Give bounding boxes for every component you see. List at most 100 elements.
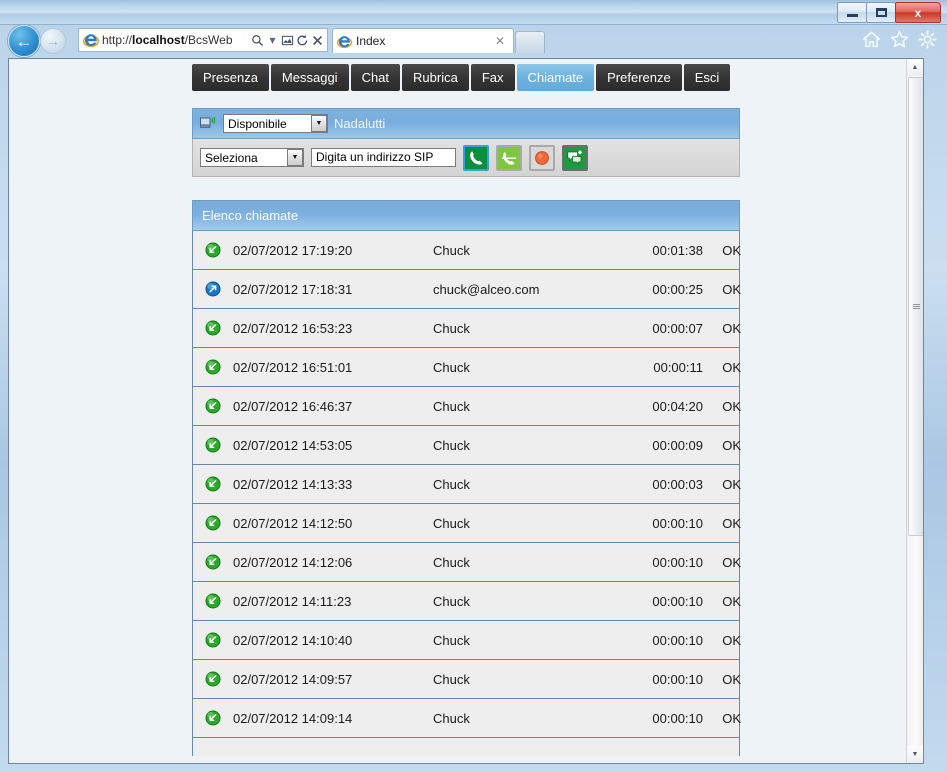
- scroll-up-button[interactable]: ▲: [907, 59, 923, 76]
- presence-dialer-panel: Disponibile ▼ Nadalutti Seleziona ▼ Digi…: [192, 108, 740, 177]
- call-result: OK: [722, 398, 741, 414]
- record-button[interactable]: [529, 144, 555, 171]
- close-icon: x: [914, 5, 922, 20]
- refresh-icon[interactable]: [295, 34, 310, 47]
- browser-toolbar-icons: [862, 30, 937, 49]
- call-result: OK: [722, 515, 741, 531]
- app-tab-preferenze[interactable]: Preferenze: [596, 64, 682, 91]
- new-tab-button[interactable]: [515, 31, 545, 53]
- forward-arrow-icon: →: [46, 33, 60, 49]
- call-datetime: 02/07/2012 14:10:40: [233, 632, 353, 648]
- app-tab-label: Preferenze: [607, 70, 671, 85]
- forward-button[interactable]: →: [40, 28, 66, 54]
- call-direction-icon: [193, 320, 233, 336]
- call-datetime: 02/07/2012 14:53:05: [233, 437, 353, 453]
- call-peer: Chuck: [433, 359, 470, 375]
- sip-address-input[interactable]: Digita un indirizzo SIP: [311, 148, 456, 167]
- address-url-text: http://localhost/BcsWeb: [102, 33, 233, 47]
- incoming-call-icon: [205, 632, 221, 648]
- internet-explorer-icon: [337, 35, 352, 48]
- table-row[interactable]: 02/07/2012 16:53:23 Chuck 00:00:07 OK: [193, 309, 741, 348]
- address-bar[interactable]: http://localhost/BcsWeb ▾: [78, 28, 328, 52]
- search-icon[interactable]: [250, 34, 265, 47]
- call-result: OK: [722, 671, 741, 687]
- table-row[interactable]: 02/07/2012 14:09:14 Chuck 00:00:10 OK: [193, 699, 741, 738]
- call-direction-icon: [193, 242, 233, 258]
- maximize-button[interactable]: [866, 2, 896, 23]
- app-tab-label: Rubrica: [413, 70, 458, 85]
- call-duration: 00:00:03: [652, 476, 703, 492]
- call-direction-icon: [193, 398, 233, 414]
- call-peer: Chuck: [433, 554, 470, 570]
- app-tab-fax[interactable]: Fax: [470, 64, 515, 91]
- stop-icon[interactable]: [310, 34, 325, 47]
- call-duration: 00:00:10: [652, 710, 703, 726]
- call-result: OK: [722, 242, 741, 258]
- table-row[interactable]: 02/07/2012 14:10:40 Chuck 00:00:10 OK: [193, 621, 741, 660]
- call-duration: 00:00:10: [652, 671, 703, 687]
- app-tab-chiamate[interactable]: Chiamate: [516, 64, 595, 91]
- close-icon[interactable]: ✕: [491, 34, 509, 48]
- call-button[interactable]: [463, 144, 489, 171]
- presence-status-select[interactable]: Disponibile ▼: [223, 114, 328, 133]
- window-title-bar: x: [0, 0, 947, 25]
- chevron-down-icon: ▼: [911, 751, 919, 758]
- app-tab-esci[interactable]: Esci: [683, 64, 731, 91]
- close-button[interactable]: x: [895, 2, 941, 23]
- call-result: OK: [722, 476, 741, 492]
- app-tab-messaggi[interactable]: Messaggi: [270, 64, 349, 91]
- compatibility-view-icon[interactable]: [280, 34, 295, 47]
- table-row[interactable]: 02/07/2012 17:19:20 Chuck 00:01:38 OK: [193, 231, 741, 270]
- table-row[interactable]: 02/07/2012 14:11:23 Chuck 00:00:10 OK: [193, 582, 741, 621]
- browser-tab-index[interactable]: Index ✕: [332, 28, 514, 53]
- scrollbar-thumb[interactable]: [908, 77, 923, 536]
- call-datetime: 02/07/2012 16:51:01: [233, 359, 353, 375]
- page-scrollbar[interactable]: ▲ ▼: [906, 59, 923, 763]
- table-row[interactable]: 02/07/2012 14:12:50 Chuck 00:00:10 OK: [193, 504, 741, 543]
- app-tab-chat[interactable]: Chat: [350, 64, 401, 91]
- chat-button[interactable]: [562, 144, 588, 171]
- table-row[interactable]: 02/07/2012 14:12:06 Chuck 00:00:10 OK: [193, 543, 741, 582]
- call-datetime: 02/07/2012 14:11:23: [233, 593, 352, 609]
- scroll-down-button[interactable]: ▼: [907, 746, 923, 763]
- call-peer: Chuck: [433, 320, 470, 336]
- call-datetime: 02/07/2012 14:12:50: [233, 515, 353, 531]
- table-row[interactable]: 02/07/2012 16:51:01 Chuck 00:00:11 OK: [193, 348, 741, 387]
- home-icon[interactable]: [862, 30, 881, 49]
- call-datetime: 02/07/2012 17:19:20: [233, 242, 353, 258]
- call-result: OK: [722, 437, 741, 453]
- app-tab-label: Fax: [481, 70, 504, 85]
- page-viewport: Presenza Messaggi Chat Rubrica Fax Chiam…: [8, 58, 924, 764]
- app-tab-presenza[interactable]: Presenza: [192, 64, 269, 91]
- incoming-call-icon: [205, 710, 221, 726]
- call-peer: Chuck: [433, 398, 470, 414]
- phone-hangup-icon: [502, 151, 517, 165]
- chevron-down-icon[interactable]: ▼: [311, 115, 327, 132]
- table-row[interactable]: [193, 738, 739, 756]
- table-row[interactable]: 02/07/2012 14:53:05 Chuck 00:00:09 OK: [193, 426, 741, 465]
- gear-icon[interactable]: [918, 30, 937, 49]
- table-row[interactable]: 02/07/2012 16:46:37 Chuck 00:04:20 OK: [193, 387, 741, 426]
- call-datetime: 02/07/2012 14:13:33: [233, 476, 353, 492]
- call-datetime: 02/07/2012 14:09:57: [233, 671, 353, 687]
- call-duration: 00:00:11: [653, 359, 703, 375]
- app-tab-label: Chiamate: [527, 70, 584, 85]
- sip-address-value: Digita un indirizzo SIP: [316, 150, 434, 164]
- destination-select[interactable]: Seleziona ▼: [200, 148, 304, 167]
- table-row[interactable]: 02/07/2012 14:13:33 Chuck 00:00:03 OK: [193, 465, 741, 504]
- app-tab-rubrica[interactable]: Rubrica: [402, 64, 469, 91]
- call-peer: Chuck: [433, 242, 470, 258]
- call-result: OK: [722, 320, 741, 336]
- chevron-down-icon[interactable]: ▼: [287, 149, 303, 166]
- favorites-icon[interactable]: [890, 30, 909, 49]
- page-content: Presenza Messaggi Chat Rubrica Fax Chiam…: [9, 59, 909, 763]
- call-peer: Chuck: [433, 632, 470, 648]
- app-tab-label: Presenza: [203, 70, 258, 85]
- browser-navigation-row: ← → http://localhost/BcsWeb ▾ Index ✕: [0, 24, 947, 58]
- minimize-button[interactable]: [837, 2, 867, 23]
- table-row[interactable]: 02/07/2012 17:18:31 chuck@alceo.com 00:00:…: [193, 270, 741, 309]
- hangup-button[interactable]: [496, 144, 522, 171]
- chevron-down-icon[interactable]: ▾: [265, 33, 280, 47]
- back-button[interactable]: ←: [8, 25, 40, 57]
- table-row[interactable]: 02/07/2012 14:09:57 Chuck 00:00:10 OK: [193, 660, 741, 699]
